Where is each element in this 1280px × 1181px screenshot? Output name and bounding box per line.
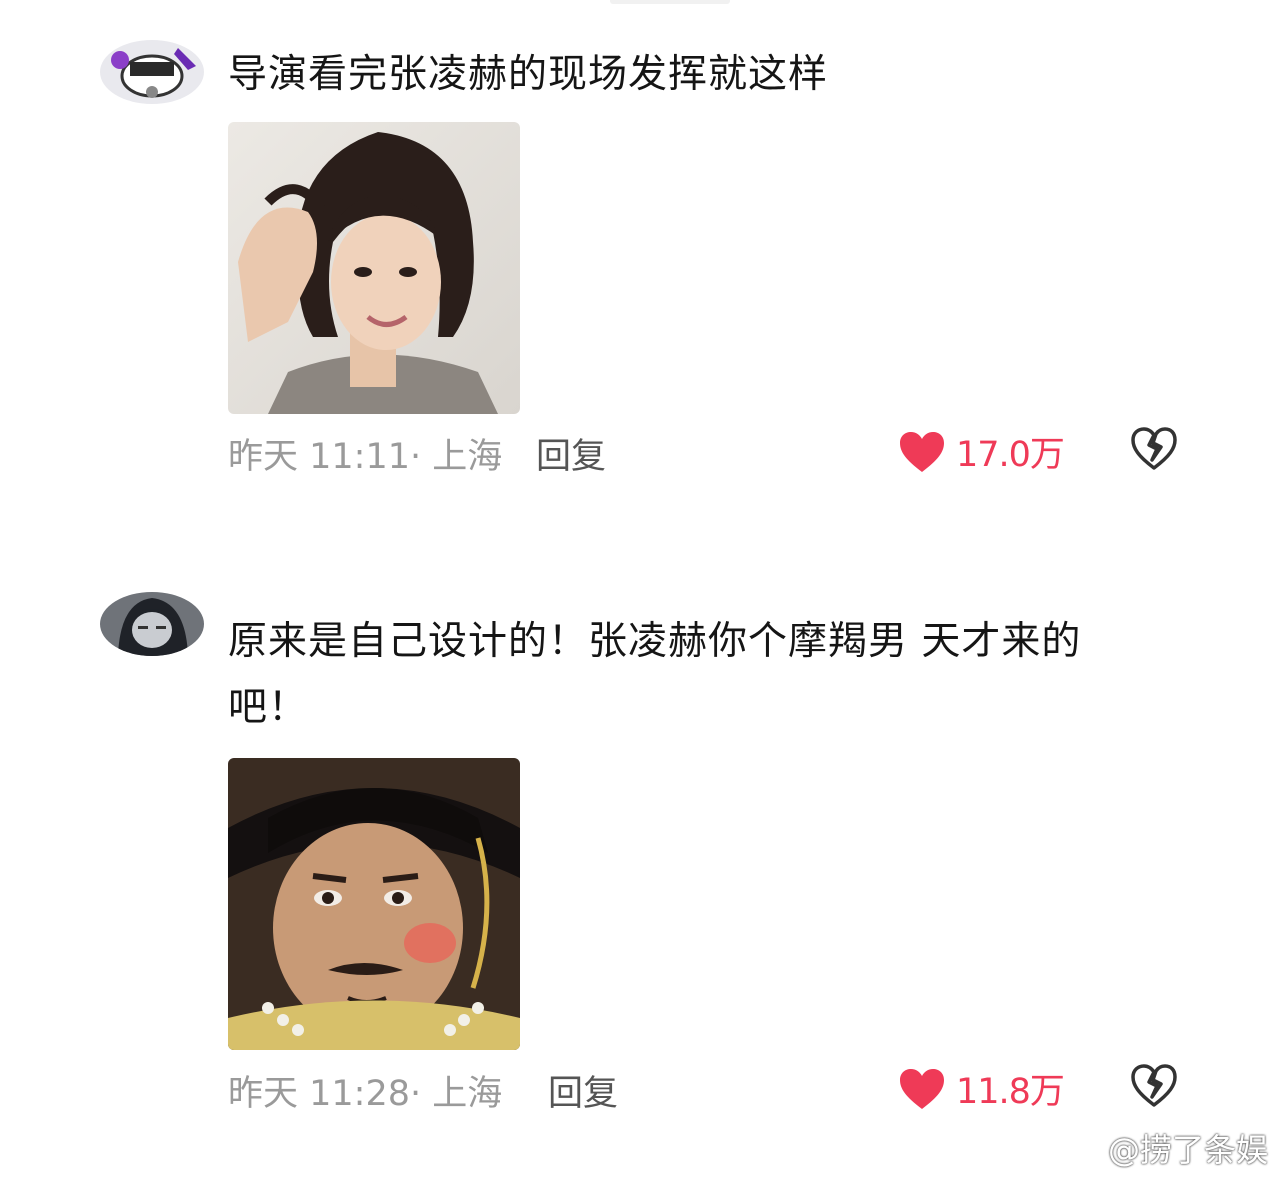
like-count: 17.0万 <box>956 435 1065 475</box>
reply-button[interactable]: 回复 <box>536 428 606 479</box>
broken-heart-icon <box>1131 427 1177 470</box>
like-button[interactable]: 17.0万 <box>898 426 1065 477</box>
like-button[interactable]: 11.8万 <box>898 1063 1065 1114</box>
broken-heart-icon <box>1131 1064 1177 1107</box>
comment-time-location: 昨天 11:28· 上海 <box>228 1074 503 1114</box>
comment-image[interactable] <box>228 122 520 414</box>
dislike-button[interactable] <box>1130 426 1178 472</box>
comment-time-location: 昨天 11:11· 上海 <box>228 437 503 477</box>
heart-icon <box>900 1068 944 1109</box>
like-count: 11.8万 <box>956 1072 1065 1112</box>
qing-official-photo <box>228 758 520 1050</box>
dark-hair-avatar-icon <box>100 592 204 656</box>
watermark: @捞了条娱 <box>1058 1125 1268 1171</box>
top-divider <box>610 0 730 4</box>
comment-image[interactable] <box>228 758 520 1050</box>
heart-icon <box>900 431 944 472</box>
comment-text: 原来是自己设计的！张凌赫你个摩羯男 天才来的吧！ <box>228 619 1082 730</box>
anime-avatar-icon <box>100 40 204 104</box>
weibo-icon <box>1059 1132 1102 1167</box>
watermark-text: @捞了条娱 <box>1107 1131 1268 1169</box>
short-hair-woman-photo <box>228 122 520 414</box>
user-avatar[interactable] <box>100 40 204 104</box>
dislike-button[interactable] <box>1130 1063 1178 1109</box>
user-avatar[interactable] <box>100 592 204 656</box>
comment-text: 导演看完张凌赫的现场发挥就这样 <box>228 52 829 97</box>
reply-button[interactable]: 回复 <box>548 1065 618 1116</box>
